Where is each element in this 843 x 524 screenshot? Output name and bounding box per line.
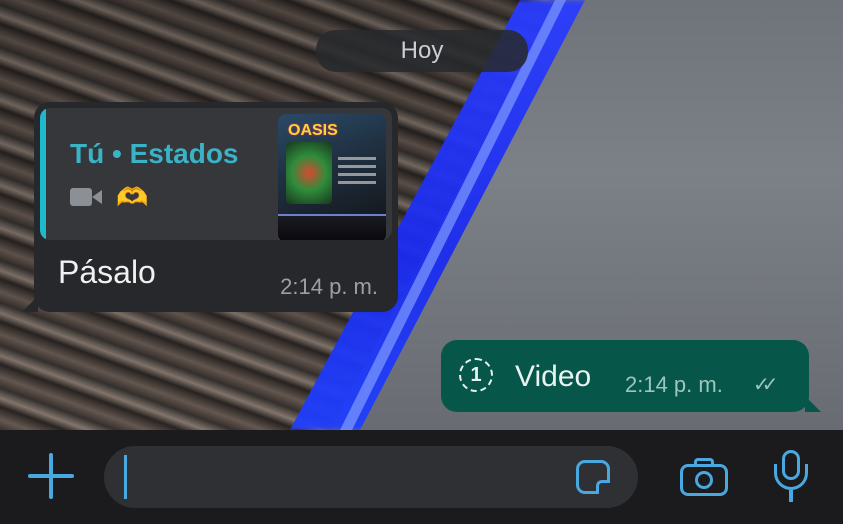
quote-accent-bar <box>40 108 46 240</box>
heart-hands-icon: 🫶 <box>116 182 149 212</box>
message-time: 2:14 p. m. <box>625 372 723 397</box>
message-text: Pásalo <box>58 254 156 290</box>
thumbnail-floor <box>278 214 386 240</box>
status-thumbnail[interactable]: OASIS <box>278 114 386 240</box>
double-check-icon: ✓✓ <box>753 374 778 396</box>
quote-author: Tú • Estados <box>70 138 239 169</box>
quote-meta: 🫶 <box>70 184 148 210</box>
message-input[interactable] <box>104 446 638 508</box>
plus-icon[interactable] <box>28 453 74 499</box>
status-reply-quote[interactable]: Tú • Estados 🫶 OASIS <box>40 108 392 240</box>
video-camera-icon <box>70 186 104 208</box>
date-separator: Hoy <box>316 30 528 72</box>
bubble-tail <box>22 296 38 312</box>
thumbnail-title: OASIS <box>288 122 338 139</box>
microphone-icon[interactable] <box>774 450 808 502</box>
text-caret <box>124 455 127 499</box>
thumbnail-text-lines <box>338 152 376 189</box>
sticker-icon[interactable] <box>576 460 610 494</box>
thumbnail-poster <box>286 142 332 204</box>
outgoing-message-bubble[interactable]: 1 Video 2:14 p. m. ✓✓ <box>441 340 821 412</box>
message-time: 2:14 p. m. <box>280 274 378 299</box>
message-text: Video <box>515 360 592 393</box>
incoming-message-bubble[interactable]: Tú • Estados 🫶 OASIS Pásalo 2:14 p. m. <box>22 102 398 312</box>
camera-icon[interactable] <box>680 456 728 496</box>
view-once-icon[interactable]: 1 <box>459 358 493 392</box>
bubble-tail <box>805 396 821 412</box>
